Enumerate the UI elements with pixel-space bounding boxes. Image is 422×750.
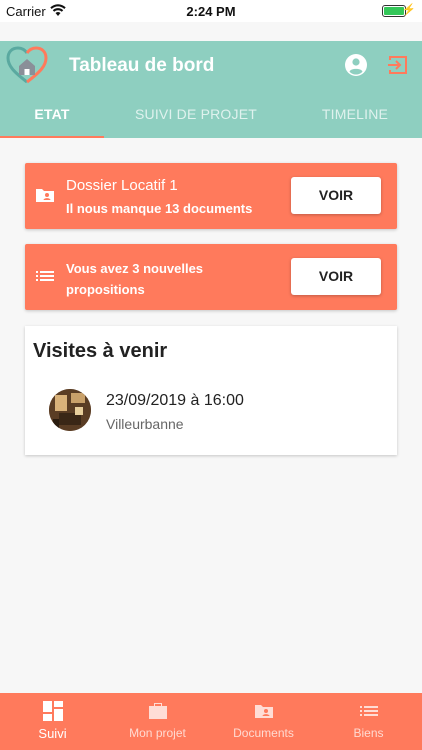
visites-title: Visites à venir [33,340,168,362]
nav-mon-projet[interactable]: Mon projet [105,693,210,750]
dossier-locatif-card: Dossier Locatif 1 Il nous manque 13 docu… [25,163,397,229]
status-bar: Carrier 2:24 PM ⚡ [0,0,422,22]
nav-documents-label: Documents [233,726,294,740]
propositions-card: Vous avez 3 nouvelles propositions VOIR [25,244,397,310]
page-title: Tableau de bord [69,55,215,76]
nav-suivi[interactable]: Suivi [0,693,105,750]
voir-dossier-button[interactable]: VOIR [291,177,381,214]
nav-biens[interactable]: Biens [316,693,421,750]
list-icon [360,706,378,716]
dossier-title: Dossier Locatif 1 [66,177,178,194]
tab-etat[interactable]: ETAT [0,106,104,122]
voir-propositions-button[interactable]: VOIR [291,258,381,295]
property-photo-avatar [49,389,91,431]
charging-icon: ⚡ [402,4,416,16]
app-header: Tableau de bord ETAT SUIVI DE PROJET TIM… [0,41,422,138]
clock: 2:24 PM [186,4,236,19]
propositions-text: Vous avez 3 nouvelles propositions [66,261,204,297]
briefcase-icon [149,703,167,719]
tab-suivi-de-projet[interactable]: SUIVI DE PROJET [118,106,274,122]
nav-suivi-label: Suivi [38,726,67,741]
tab-bar: ETAT SUIVI DE PROJET TIMELINE [0,98,422,138]
tab-timeline[interactable]: TIMELINE [306,106,404,122]
account-icon[interactable] [344,53,368,77]
nav-biens-label: Biens [353,726,384,740]
visites-card: Visites à venir 23/09/2019 à 16:00 Ville… [25,326,397,455]
folder-person-icon [255,705,273,718]
nav-documents[interactable]: Documents [211,693,316,750]
nav-mon-projet-label: Mon projet [129,726,186,740]
bottom-navigation: Suivi Mon projet Documents Biens [0,693,422,750]
dossier-subtitle: Il nous manque 13 documents [66,201,253,216]
visit-date: 23/09/2019 à 16:00 [106,392,244,409]
active-tab-indicator [0,136,104,138]
folder-person-icon [36,189,54,202]
home-heart-logo-icon [6,46,48,84]
visit-city: Villeurbanne [106,416,184,432]
logout-icon[interactable] [386,53,410,77]
dashboard-icon [43,701,63,721]
list-icon [36,271,54,281]
